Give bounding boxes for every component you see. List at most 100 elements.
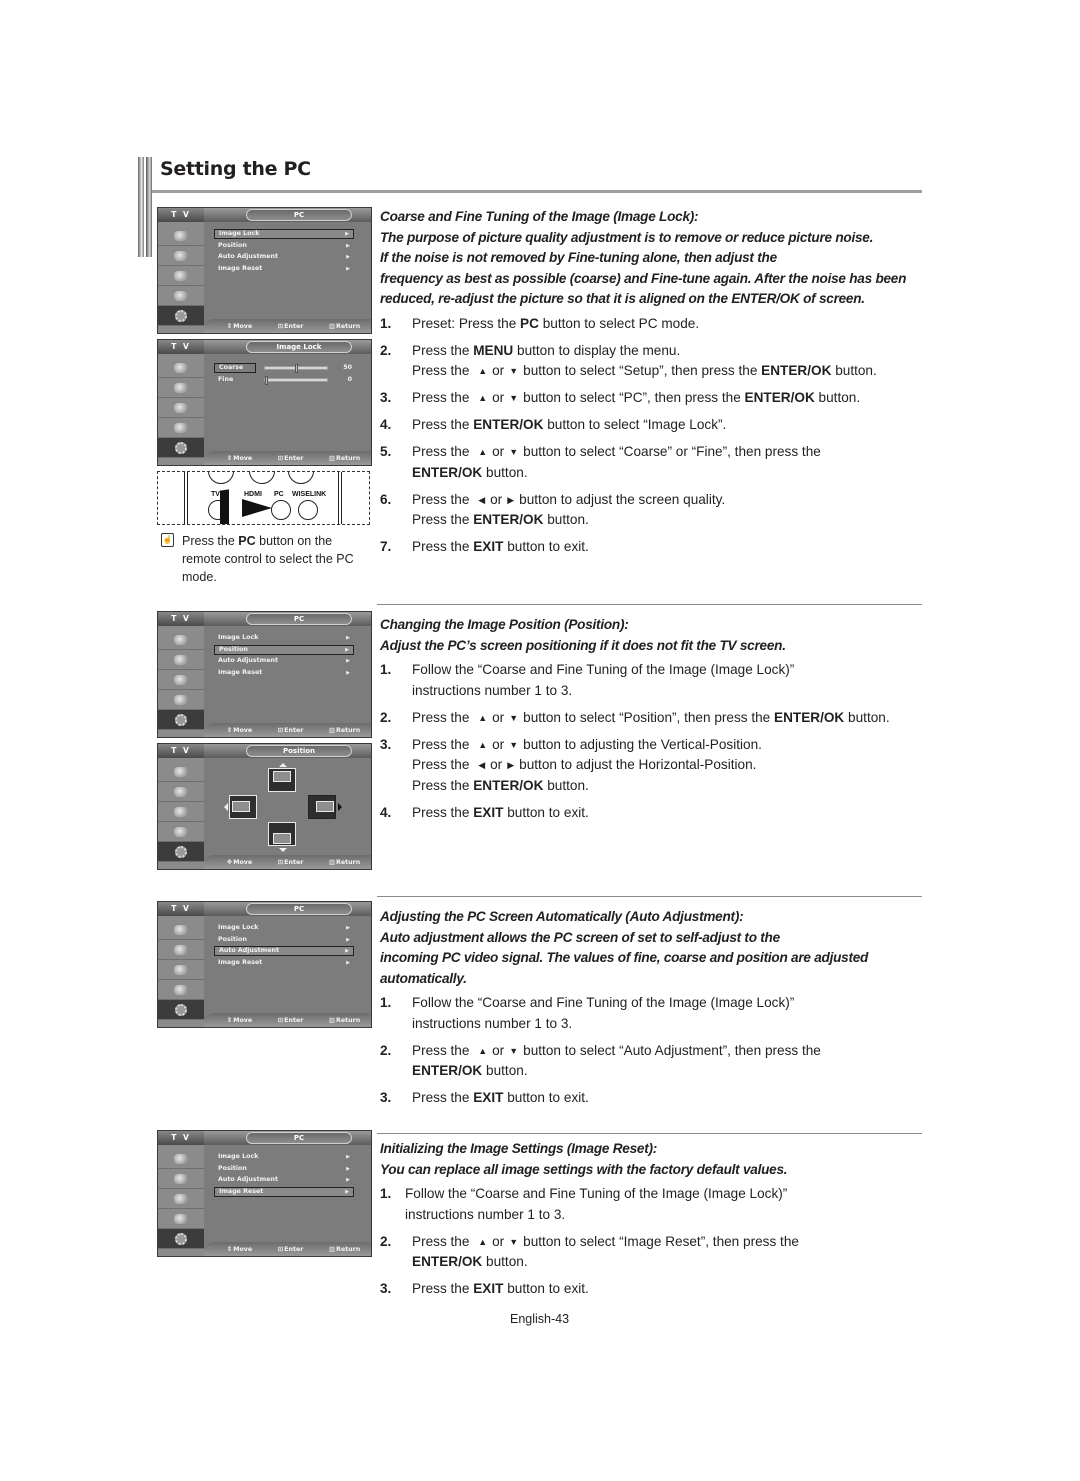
osd-sidebar-channel-icon[interactable] — [158, 1189, 204, 1209]
osd-sidebar-picture-icon[interactable] — [158, 920, 204, 940]
hint-move[interactable]: ⇕Move — [227, 1245, 252, 1253]
osd-menu-item[interactable]: Image Reset ▶ — [214, 264, 354, 274]
position-screen — [273, 771, 291, 782]
slider-track[interactable] — [264, 364, 328, 373]
osd-sidebar-setup-icon[interactable] — [158, 822, 204, 842]
osd-menu-item[interactable]: Position ▶ — [214, 935, 354, 945]
hint-move-label: Move — [233, 455, 253, 462]
osd-menu-item[interactable]: Auto Adjustment ▶ — [214, 1175, 354, 1185]
chevron-right-icon: ▶ — [346, 936, 350, 943]
osd-sidebar-gear-icon[interactable] — [158, 710, 204, 730]
channel-icon — [174, 964, 188, 975]
osd-menu-item[interactable]: Image Lock ▶ — [214, 229, 354, 239]
osd-menu-item[interactable]: Image Reset ▶ — [214, 1186, 354, 1197]
slider-thumb[interactable] — [295, 364, 298, 373]
hint-return[interactable]: ▥Return — [329, 322, 360, 330]
button-name: ENTER/OK — [473, 417, 544, 432]
osd-sidebar-picture-icon[interactable] — [158, 1149, 204, 1169]
hint-return[interactable]: ▥Return — [329, 1016, 360, 1024]
osd-menu-item[interactable]: Image Lock ▶ — [214, 923, 354, 933]
osd-sidebar-channel-icon[interactable] — [158, 960, 204, 980]
osd-menu-item[interactable]: Position ▶ — [214, 644, 354, 655]
step-number: 2. — [380, 1233, 392, 1249]
osd-menu-item[interactable]: Position ▶ — [214, 241, 354, 251]
osd-sidebar-setup-icon[interactable] — [158, 980, 204, 1000]
hint-enter[interactable]: ⊡Enter — [278, 454, 304, 462]
osd-menu-item[interactable]: Position ▶ — [214, 1164, 354, 1174]
osd-sidebar-gear-icon[interactable] — [158, 438, 204, 458]
step-item: 2. Press the ▲ or ▼ button to select “Auto A… — [380, 1041, 925, 1082]
slider-track[interactable] — [264, 376, 328, 385]
section-intro: Changing the Image Position (Position): A… — [380, 615, 925, 656]
osd-sidebar-picture-icon[interactable] — [158, 762, 204, 782]
osd-menu-item[interactable]: Auto Adjustment ▶ — [214, 946, 354, 956]
step-text: Press the — [412, 804, 474, 820]
hint-enter[interactable]: ⊡Enter — [278, 1016, 304, 1024]
osd-sidebar-picture-icon[interactable] — [158, 630, 204, 650]
hint-return[interactable]: ▥Return — [329, 1245, 360, 1253]
osd-menu-item[interactable]: Image Lock ▶ — [214, 633, 354, 643]
osd-sidebar-gear-icon[interactable] — [158, 1229, 204, 1249]
sound-icon — [174, 786, 188, 797]
step-line: Press the ◀ or ▶ button to adjust the scree… — [412, 490, 725, 511]
osd-menu-item[interactable]: Image Reset ▶ — [214, 668, 354, 678]
hint-enter[interactable]: ⊡Enter — [278, 726, 304, 734]
osd-hint-bar: ⇕Move ⊡Enter ▥Return — [204, 1242, 371, 1256]
arrow-up-icon: ▲ — [478, 393, 488, 403]
osd-sidebar-sound-icon[interactable] — [158, 1169, 204, 1189]
osd-sidebar-gear-icon[interactable] — [158, 842, 204, 862]
osd-sidebar-channel-icon[interactable] — [158, 266, 204, 286]
hint-return[interactable]: ▥Return — [329, 858, 360, 866]
sound-icon — [174, 944, 188, 955]
osd-sidebar-picture-icon[interactable] — [158, 226, 204, 246]
slider-value: 50 — [343, 364, 352, 371]
hint-enter[interactable]: ⊡Enter — [278, 858, 304, 866]
osd-sidebar-sound-icon[interactable] — [158, 650, 204, 670]
step-item: 2. Press the MENU button to display the m… — [380, 341, 925, 382]
hint-enter[interactable]: ⊡Enter — [278, 1245, 304, 1253]
osd-sidebar-sound-icon[interactable] — [158, 246, 204, 266]
step-text: button to select “Position”, then press … — [523, 709, 775, 725]
osd-position-adjust: T V Position ✥Move ⊡Enter ▥Return — [157, 743, 372, 870]
osd-sidebar-setup-icon[interactable] — [158, 286, 204, 306]
step-body: Press the EXIT button to exit. — [412, 537, 589, 558]
step-line: Press the EXIT button to exit. — [412, 803, 589, 824]
hint-move[interactable]: ⇕Move — [227, 322, 252, 330]
button-name: EXIT — [473, 539, 504, 554]
osd-sidebar-sound-icon[interactable] — [158, 782, 204, 802]
hint-move[interactable]: ⇕Move — [227, 454, 252, 462]
osd-menu-item[interactable]: Auto Adjustment ▶ — [214, 252, 354, 262]
slider-fine[interactable]: Fine 0 — [214, 375, 364, 385]
hint-return[interactable]: ▥Return — [329, 454, 360, 462]
osd-sidebar-sound-icon[interactable] — [158, 940, 204, 960]
arrow-down-icon[interactable] — [279, 848, 287, 852]
step-text: Press the — [412, 1281, 474, 1296]
hint-move[interactable]: ✥Move — [227, 858, 252, 866]
osd-sidebar-sound-icon[interactable] — [158, 378, 204, 398]
osd-sidebar-setup-icon[interactable] — [158, 1209, 204, 1229]
osd-sidebar-channel-icon[interactable] — [158, 398, 204, 418]
arrow-up-icon[interactable] — [279, 763, 287, 767]
slider-coarse[interactable]: Coarse 50 — [214, 363, 364, 373]
step-text: or — [492, 709, 505, 725]
osd-sidebar-setup-icon[interactable] — [158, 418, 204, 438]
osd-menu-item-label: Position — [219, 645, 248, 653]
section-heading: Coarse and Fine Tuning of the Image (Ima… — [380, 209, 699, 224]
osd-sidebar-setup-icon[interactable] — [158, 690, 204, 710]
slider-thumb[interactable] — [265, 376, 268, 385]
step-item: 3. Press the EXIT button to exit. — [380, 1279, 925, 1300]
hint-move[interactable]: ⇕Move — [227, 1016, 252, 1024]
osd-sidebar-gear-icon[interactable] — [158, 306, 204, 326]
hint-return[interactable]: ▥Return — [329, 726, 360, 734]
arrow-left-icon[interactable] — [224, 803, 228, 811]
osd-sidebar-gear-icon[interactable] — [158, 1000, 204, 1020]
arrow-right-icon[interactable] — [338, 803, 342, 811]
osd-sidebar-picture-icon[interactable] — [158, 358, 204, 378]
osd-sidebar-channel-icon[interactable] — [158, 670, 204, 690]
osd-sidebar-channel-icon[interactable] — [158, 802, 204, 822]
osd-menu-item[interactable]: Image Lock ▶ — [214, 1152, 354, 1162]
hint-move[interactable]: ⇕Move — [227, 726, 252, 734]
osd-menu-item[interactable]: Auto Adjustment ▶ — [214, 656, 354, 666]
osd-menu-item[interactable]: Image Reset ▶ — [214, 958, 354, 968]
hint-enter[interactable]: ⊡Enter — [278, 322, 304, 330]
